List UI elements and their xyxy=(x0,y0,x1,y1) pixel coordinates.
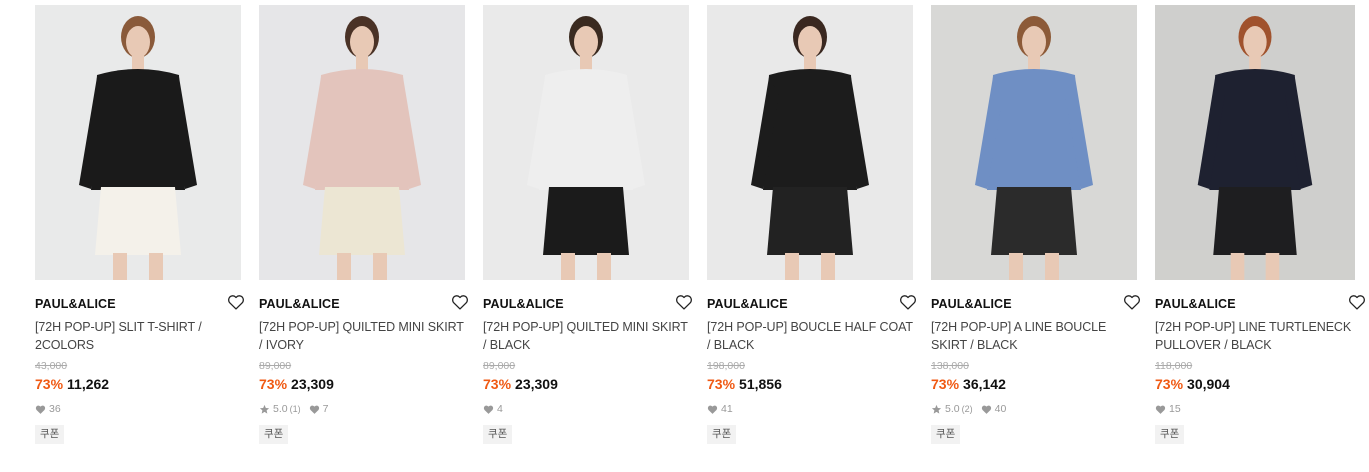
heart-filled-icon xyxy=(35,404,46,415)
product-name[interactable]: [72H POP-UP] QUILTED MINI SKIRT / IVORY xyxy=(259,318,465,354)
product-image[interactable] xyxy=(35,5,241,280)
brand-name[interactable]: PAUL&ALICE xyxy=(35,297,116,311)
heart-outline-icon xyxy=(899,294,917,310)
original-price: 198,000 xyxy=(707,360,745,372)
likes: 15 xyxy=(1155,403,1181,416)
product-image[interactable] xyxy=(259,5,465,280)
price-row: 73% 23,309 xyxy=(259,376,465,393)
original-price: 89,000 xyxy=(483,360,516,372)
brand-name[interactable]: PAUL&ALICE xyxy=(1155,297,1236,311)
price-row: 73% 23,309 xyxy=(483,376,689,393)
coupon-badge: 쿠폰 xyxy=(259,425,289,444)
product-image[interactable] xyxy=(931,5,1137,280)
sale-price: 51,856 xyxy=(739,376,782,392)
product-card[interactable]: PAUL&ALICE [72H POP-UP] QUILTED MINI SKI… xyxy=(259,5,469,444)
heart-outline-icon xyxy=(227,294,245,310)
wishlist-button[interactable] xyxy=(1122,293,1142,311)
price-row: 73% 11,262 xyxy=(35,376,241,393)
product-card[interactable]: PAUL&ALICE [72H POP-UP] QUILTED MINI SKI… xyxy=(483,5,693,444)
brand-name[interactable]: PAUL&ALICE xyxy=(931,297,1012,311)
likes: 4 xyxy=(483,403,503,416)
likes: 7 xyxy=(309,403,329,416)
coupon-badge: 쿠폰 xyxy=(931,425,961,444)
sale-price: 23,309 xyxy=(291,376,334,392)
heart-filled-icon xyxy=(483,404,494,415)
product-name[interactable]: [72H POP-UP] SLIT T-SHIRT / 2COLORS xyxy=(35,318,241,354)
discount-rate: 73% xyxy=(707,376,736,392)
like-count: 7 xyxy=(322,403,329,415)
heart-filled-icon xyxy=(1155,404,1166,415)
heart-filled-icon xyxy=(981,404,992,415)
product-name[interactable]: [72H POP-UP] LINE TURTLENECK PULLOVER / … xyxy=(1155,318,1355,354)
coupon-badge: 쿠폰 xyxy=(483,425,513,444)
heart-outline-icon xyxy=(675,294,693,310)
rating-value: 5.0 xyxy=(945,403,960,415)
original-price: 89,000 xyxy=(259,360,292,372)
product-card[interactable]: PAUL&ALICE [72H POP-UP] LINE TURTLENECK … xyxy=(1155,5,1366,444)
product-card[interactable]: PAUL&ALICE [72H POP-UP] A LINE BOUCLE SK… xyxy=(931,5,1141,444)
product-image[interactable] xyxy=(1155,5,1355,280)
original-price: 118,000 xyxy=(1155,360,1193,372)
product-image[interactable] xyxy=(707,5,913,280)
product-meta: 5.0 (2) 40 xyxy=(931,403,1137,416)
product-name[interactable]: [72H POP-UP] BOUCLE HALF COAT / BLACK xyxy=(707,318,913,354)
sale-price: 36,142 xyxy=(963,376,1006,392)
product-meta: 41 xyxy=(707,403,913,416)
discount-rate: 73% xyxy=(35,376,64,392)
discount-rate: 73% xyxy=(259,376,288,392)
original-price: 138,000 xyxy=(931,360,969,372)
coupon-badge: 쿠폰 xyxy=(35,425,65,444)
product-meta: 15 xyxy=(1155,403,1355,416)
star-icon xyxy=(931,404,942,415)
review-count: (1) xyxy=(289,404,301,414)
heart-filled-icon xyxy=(707,404,718,415)
like-count: 41 xyxy=(721,403,733,415)
wishlist-button[interactable] xyxy=(1347,293,1367,311)
product-image[interactable] xyxy=(483,5,689,280)
heart-outline-icon xyxy=(1348,294,1366,310)
product-meta: 36 xyxy=(35,403,241,416)
wishlist-button[interactable] xyxy=(898,293,918,311)
heart-outline-icon xyxy=(1123,294,1141,310)
product-card[interactable]: PAUL&ALICE [72H POP-UP] SLIT T-SHIRT / 2… xyxy=(35,5,245,444)
original-price: 43,000 xyxy=(35,360,68,372)
wishlist-button[interactable] xyxy=(226,293,246,311)
discount-rate: 73% xyxy=(931,376,960,392)
price-row: 73% 36,142 xyxy=(931,376,1137,393)
sale-price: 30,904 xyxy=(1187,376,1230,392)
product-card[interactable]: PAUL&ALICE [72H POP-UP] BOUCLE HALF COAT… xyxy=(707,5,917,444)
like-count: 36 xyxy=(49,403,61,415)
rating: 5.0 (2) xyxy=(931,403,973,416)
sale-price: 23,309 xyxy=(515,376,558,392)
brand-name[interactable]: PAUL&ALICE xyxy=(483,297,564,311)
price-row: 73% 30,904 xyxy=(1155,376,1355,393)
likes: 41 xyxy=(707,403,733,416)
product-name[interactable]: [72H POP-UP] QUILTED MINI SKIRT / BLACK xyxy=(483,318,689,354)
review-count: (2) xyxy=(961,404,973,414)
likes: 40 xyxy=(981,403,1007,416)
coupon-badge: 쿠폰 xyxy=(707,425,737,444)
like-count: 4 xyxy=(497,403,503,415)
like-count: 15 xyxy=(1169,403,1181,415)
discount-rate: 73% xyxy=(483,376,512,392)
brand-name[interactable]: PAUL&ALICE xyxy=(707,297,788,311)
heart-filled-icon xyxy=(309,404,320,415)
heart-outline-icon xyxy=(451,294,469,310)
product-meta: 4 xyxy=(483,403,689,416)
rating: 5.0 (1) xyxy=(259,403,301,416)
product-name[interactable]: [72H POP-UP] A LINE BOUCLE SKIRT / BLACK xyxy=(931,318,1137,354)
wishlist-button[interactable] xyxy=(674,293,694,311)
star-icon xyxy=(259,404,270,415)
rating-value: 5.0 xyxy=(273,403,288,415)
product-meta: 5.0 (1) 7 xyxy=(259,403,465,416)
price-row: 73% 51,856 xyxy=(707,376,913,393)
discount-rate: 73% xyxy=(1155,376,1184,392)
coupon-badge: 쿠폰 xyxy=(1155,425,1185,444)
likes: 36 xyxy=(35,403,61,416)
wishlist-button[interactable] xyxy=(450,293,470,311)
product-grid: PAUL&ALICE [72H POP-UP] SLIT T-SHIRT / 2… xyxy=(0,0,1369,472)
sale-price: 11,262 xyxy=(67,376,110,392)
like-count: 40 xyxy=(994,403,1007,415)
brand-name[interactable]: PAUL&ALICE xyxy=(259,297,340,311)
